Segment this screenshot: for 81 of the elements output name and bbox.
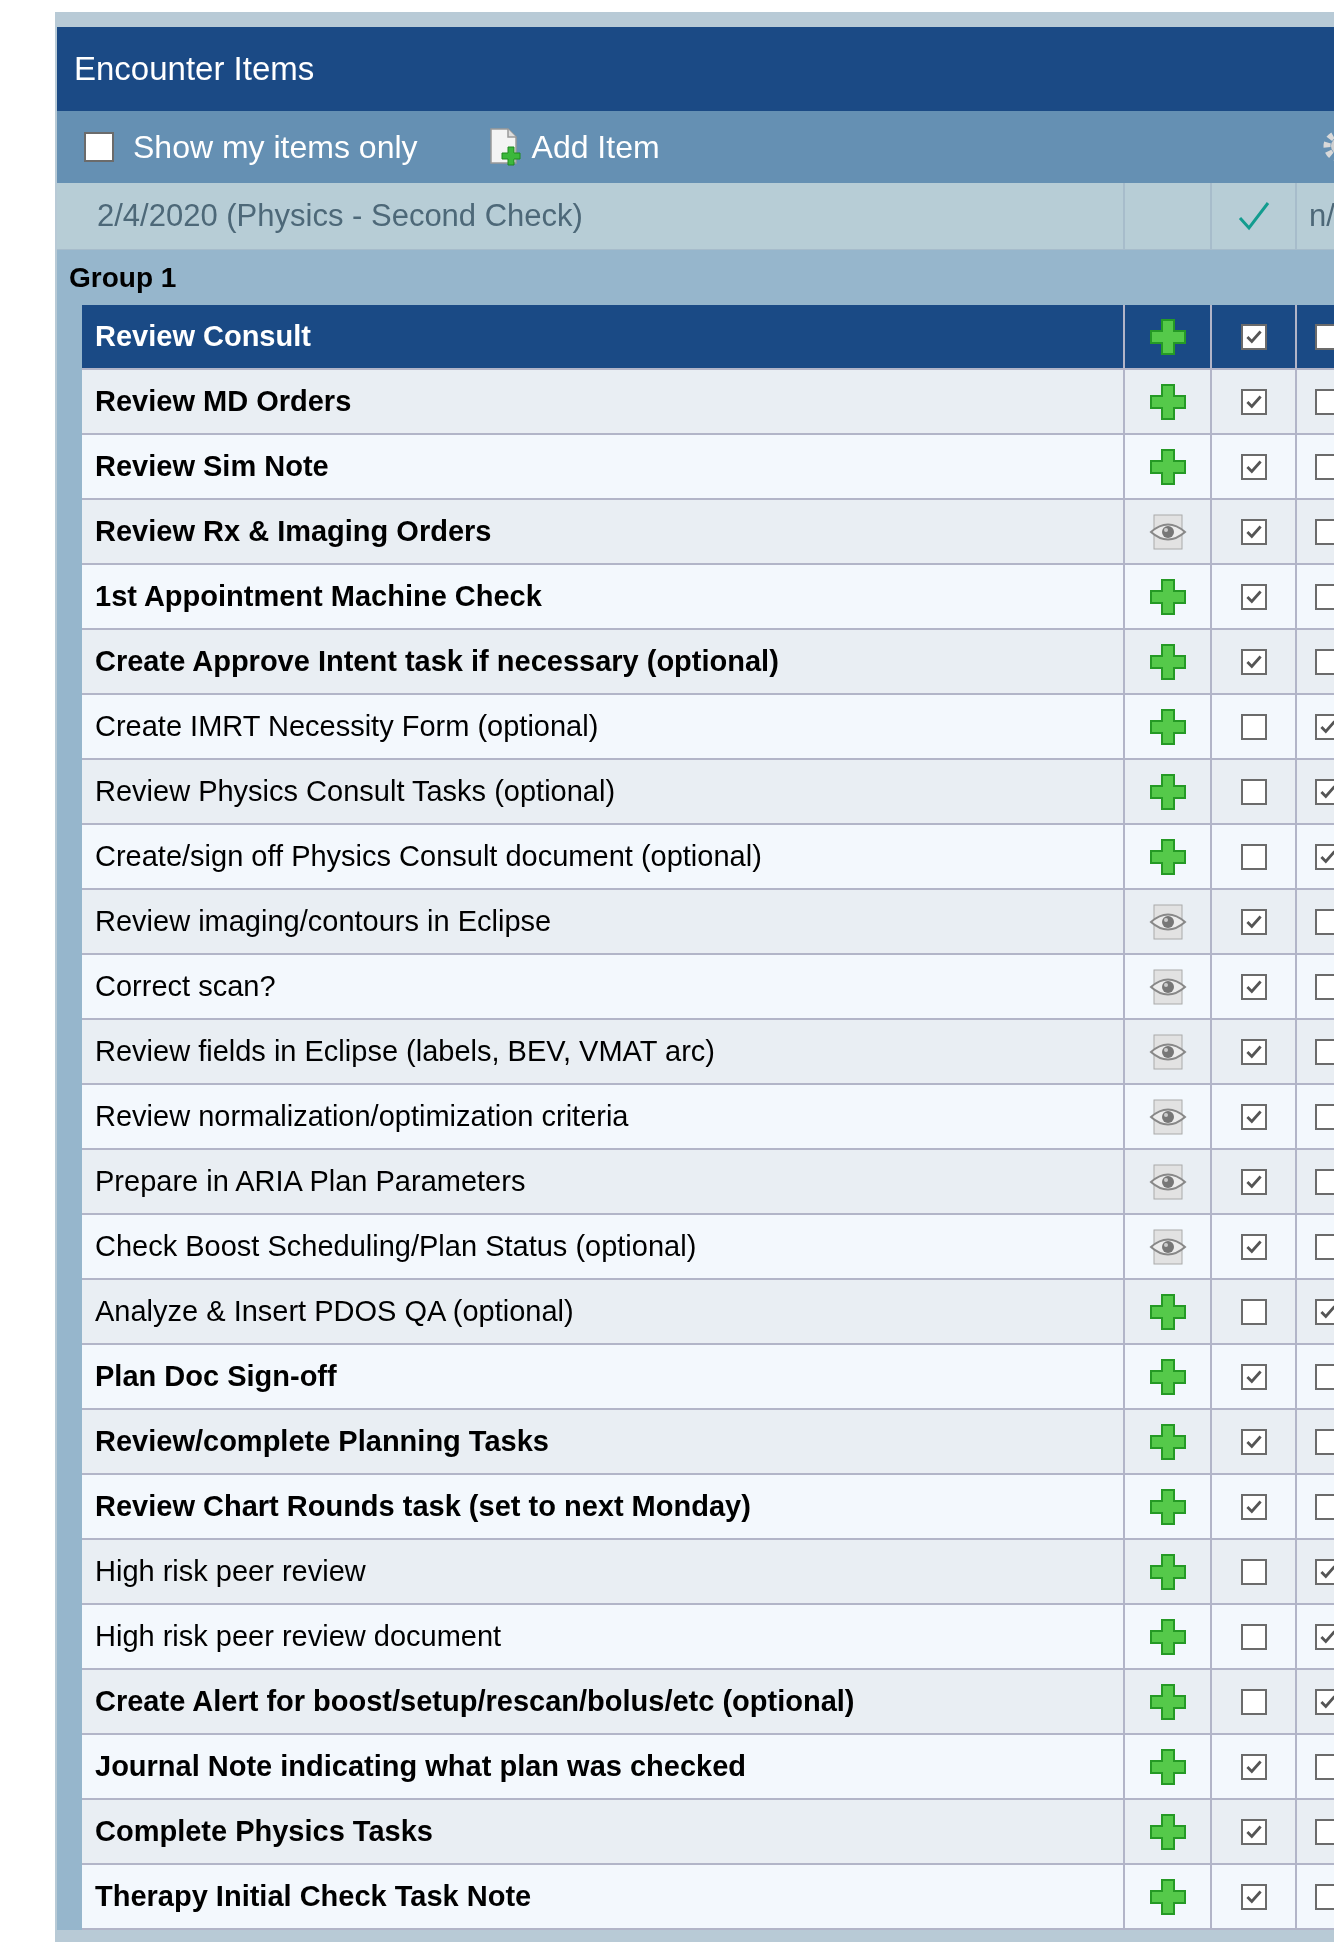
panel-title: Encounter Items (57, 27, 1334, 111)
plus-icon[interactable] (1148, 1552, 1187, 1591)
checkbox[interactable] (1240, 583, 1267, 610)
checkbox[interactable] (1315, 1103, 1334, 1130)
checkbox[interactable] (1315, 518, 1334, 545)
checkbox[interactable] (1240, 518, 1267, 545)
plus-icon[interactable] (1148, 317, 1187, 356)
checkbox[interactable] (1315, 323, 1334, 350)
checkbox[interactable] (1315, 1363, 1334, 1390)
plus-icon[interactable] (1148, 837, 1187, 876)
checkbox[interactable] (1240, 1688, 1267, 1715)
plus-icon[interactable] (1148, 1292, 1187, 1331)
checkbox[interactable] (1240, 973, 1267, 1000)
checkbox[interactable] (1240, 908, 1267, 935)
checkbox-label: Show my items only (133, 128, 418, 167)
checkbox[interactable] (1315, 1753, 1334, 1780)
plus-icon[interactable] (1148, 1747, 1187, 1786)
checkbox[interactable] (1240, 1558, 1267, 1585)
checkbox[interactable] (1240, 1103, 1267, 1130)
checkbox[interactable] (1240, 843, 1267, 870)
checkbox[interactable] (1315, 843, 1334, 870)
checkbox[interactable] (1315, 1298, 1334, 1325)
eye-icon[interactable] (1148, 512, 1187, 551)
checkbox[interactable] (1240, 713, 1267, 740)
plus-icon[interactable] (1148, 1812, 1187, 1851)
plus-icon[interactable] (1148, 1422, 1187, 1461)
checkbox[interactable] (1315, 713, 1334, 740)
plus-icon[interactable] (1148, 1682, 1187, 1721)
plus-icon[interactable] (1148, 1617, 1187, 1656)
eye-icon[interactable] (1148, 1097, 1187, 1136)
checkbox[interactable] (1240, 648, 1267, 675)
checkbox[interactable] (1315, 1493, 1334, 1520)
checkbox[interactable] (1240, 778, 1267, 805)
checkbox[interactable] (1315, 648, 1334, 675)
plus-icon[interactable] (1148, 447, 1187, 486)
checkbox[interactable] (1240, 1168, 1267, 1195)
plus-icon[interactable] (1148, 577, 1187, 616)
checkbox[interactable] (1315, 453, 1334, 480)
checkbox[interactable] (1315, 1558, 1334, 1585)
checkbox[interactable] (1315, 1168, 1334, 1195)
checkbox[interactable] (1315, 908, 1334, 935)
checkbox[interactable] (1240, 1363, 1267, 1390)
eye-icon[interactable] (1148, 1032, 1187, 1071)
checkbox[interactable] (1315, 778, 1334, 805)
checkbox[interactable] (1240, 388, 1267, 415)
eye-icon[interactable] (1148, 902, 1187, 941)
column-header: n/ (1308, 196, 1334, 235)
checkbox[interactable] (1315, 583, 1334, 610)
checkbox[interactable] (1240, 1038, 1267, 1065)
eye-icon[interactable] (1148, 1162, 1187, 1201)
document-add-icon (487, 127, 524, 167)
checkbox[interactable] (84, 132, 114, 162)
plus-icon[interactable] (1148, 1357, 1187, 1396)
checkbox[interactable] (1315, 1233, 1334, 1260)
checkbox[interactable] (1240, 453, 1267, 480)
plus-icon[interactable] (1148, 1487, 1187, 1526)
plus-icon[interactable] (1148, 707, 1187, 746)
checkbox[interactable] (1315, 973, 1334, 1000)
checkbox[interactable] (1315, 388, 1334, 415)
checkbox[interactable] (1240, 1233, 1267, 1260)
checkbox[interactable] (1240, 1753, 1267, 1780)
plus-icon[interactable] (1148, 1877, 1187, 1916)
eye-icon[interactable] (1148, 1227, 1187, 1266)
checkbox[interactable] (1240, 1428, 1267, 1455)
plus-icon[interactable] (1148, 642, 1187, 681)
checkbox[interactable] (1315, 1688, 1334, 1715)
checkbox[interactable] (1240, 1818, 1267, 1845)
checkbox[interactable] (1240, 1623, 1267, 1650)
plus-icon[interactable] (1148, 772, 1187, 811)
checkbox[interactable] (1240, 323, 1267, 350)
checkbox[interactable] (1315, 1428, 1334, 1455)
plus-icon[interactable] (1148, 382, 1187, 421)
group-label: Group 1 (69, 260, 177, 295)
checkbox[interactable] (1315, 1038, 1334, 1065)
checkbox[interactable] (1315, 1818, 1334, 1845)
checkbox[interactable] (1315, 1623, 1334, 1650)
checkbox[interactable] (1240, 1298, 1267, 1325)
eye-icon[interactable] (1148, 967, 1187, 1006)
checkbox[interactable] (1315, 1883, 1334, 1910)
checkbox[interactable] (1240, 1493, 1267, 1520)
checkbox[interactable] (1240, 1883, 1267, 1910)
